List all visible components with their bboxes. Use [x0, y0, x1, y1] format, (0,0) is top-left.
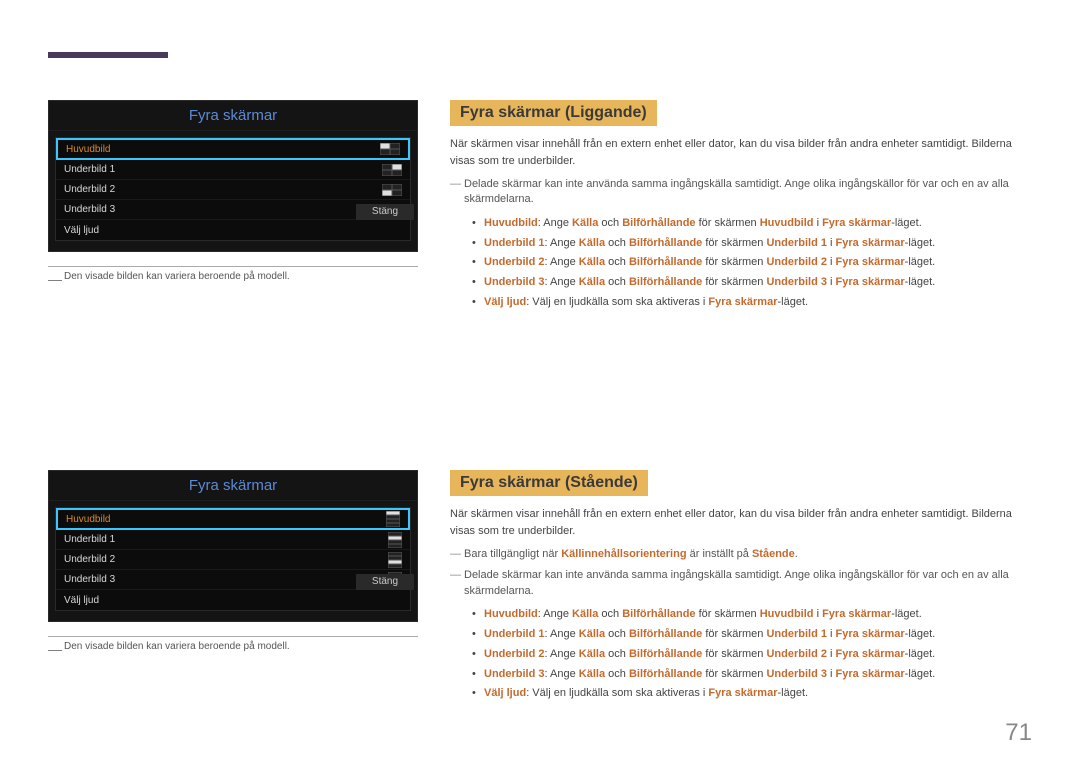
osd-item-label: Underbild 1	[64, 164, 115, 175]
close-button[interactable]: Stäng	[356, 204, 414, 220]
list-item: Underbild 2: Ange Källa och Bilförhållan…	[472, 645, 1032, 665]
list-item: Underbild 1: Ange Källa och Bilförhållan…	[472, 234, 1032, 254]
layout-icon	[388, 552, 402, 568]
osd-item-label: Underbild 2	[64, 184, 115, 195]
osd-item-underbild2[interactable]: Underbild 2	[56, 180, 410, 200]
osd-item-label: Huvudbild	[66, 514, 110, 525]
layout-icon	[382, 184, 402, 196]
note-text: Bara tillgängligt när Källinnehållsorien…	[464, 547, 1032, 562]
osd-item-underbild2[interactable]: Underbild 2	[56, 550, 410, 570]
intro-text: När skärmen visar innehåll från en exter…	[450, 136, 1032, 169]
osd-panel: Fyra skärmar Huvudbild Underbild 1 Under…	[48, 100, 418, 252]
osd-item-huvudbild[interactable]: Huvudbild	[56, 138, 410, 160]
accent-bar	[48, 52, 168, 58]
osd-panel: Fyra skärmar Huvudbild Underbild 1 Under…	[48, 470, 418, 622]
intro-text: När skärmen visar innehåll från en exter…	[450, 506, 1032, 539]
divider	[48, 266, 418, 267]
osd-item-underbild1[interactable]: Underbild 1	[56, 530, 410, 550]
figure-footnote: ―Den visade bilden kan variera beroende …	[48, 271, 428, 287]
list-item: Underbild 2: Ange Källa och Bilförhållan…	[472, 253, 1032, 273]
osd-item-label: Välj ljud	[64, 225, 99, 236]
osd-item-huvudbild[interactable]: Huvudbild	[56, 508, 410, 530]
osd-item-label: Huvudbild	[66, 144, 110, 155]
osd-portrait-figure: Fyra skärmar Huvudbild Underbild 1 Under…	[48, 470, 428, 657]
close-button[interactable]: Stäng	[356, 574, 414, 590]
figure-footnote: ―Den visade bilden kan variera beroende …	[48, 641, 428, 657]
osd-menu-list: Huvudbild Underbild 1 Underbild 2 Underb…	[55, 507, 411, 611]
list-item: Underbild 3: Ange Källa och Bilförhållan…	[472, 665, 1032, 685]
osd-item-label: Välj ljud	[64, 595, 99, 606]
list-item: Huvudbild: Ange Källa och Bilförhållande…	[472, 214, 1032, 234]
list-item: Underbild 3: Ange Källa och Bilförhållan…	[472, 273, 1032, 293]
list-item: Huvudbild: Ange Källa och Bilförhållande…	[472, 605, 1032, 625]
osd-item-label: Underbild 3	[64, 574, 115, 585]
layout-icon	[388, 532, 402, 548]
osd-title: Fyra skärmar	[49, 101, 417, 131]
osd-menu-list: Huvudbild Underbild 1 Underbild 2 Underb…	[55, 137, 411, 241]
osd-item-underbild1[interactable]: Underbild 1	[56, 160, 410, 180]
osd-item-label: Underbild 1	[64, 534, 115, 545]
layout-icon	[386, 511, 400, 527]
section-portrait: Fyra skärmar (Stående) När skärmen visar…	[450, 470, 1032, 704]
osd-landscape-figure: Fyra skärmar Huvudbild Underbild 1 Under…	[48, 100, 428, 287]
list-item: Välj ljud: Välj en ljudkälla som ska akt…	[472, 293, 1032, 313]
osd-item-valj-ljud[interactable]: Välj ljud	[56, 220, 410, 240]
layout-icon	[382, 164, 402, 176]
bullet-list: Huvudbild: Ange Källa och Bilförhållande…	[472, 214, 1032, 313]
page-number: 71	[1005, 719, 1032, 747]
list-item: Välj ljud: Välj en ljudkälla som ska akt…	[472, 684, 1032, 704]
note-text: Delade skärmar kan inte använda samma in…	[464, 177, 1032, 208]
osd-item-label: Underbild 3	[64, 204, 115, 215]
osd-title: Fyra skärmar	[49, 471, 417, 501]
osd-item-valj-ljud[interactable]: Välj ljud	[56, 590, 410, 610]
heading-landscape: Fyra skärmar (Liggande)	[450, 100, 657, 126]
osd-item-label: Underbild 2	[64, 554, 115, 565]
section-landscape: Fyra skärmar (Liggande) När skärmen visa…	[450, 100, 1032, 313]
bullet-list: Huvudbild: Ange Källa och Bilförhållande…	[472, 605, 1032, 704]
divider	[48, 636, 418, 637]
heading-portrait: Fyra skärmar (Stående)	[450, 470, 648, 496]
note-text: Delade skärmar kan inte använda samma in…	[464, 568, 1032, 599]
layout-icon	[380, 143, 400, 155]
list-item: Underbild 1: Ange Källa och Bilförhållan…	[472, 625, 1032, 645]
